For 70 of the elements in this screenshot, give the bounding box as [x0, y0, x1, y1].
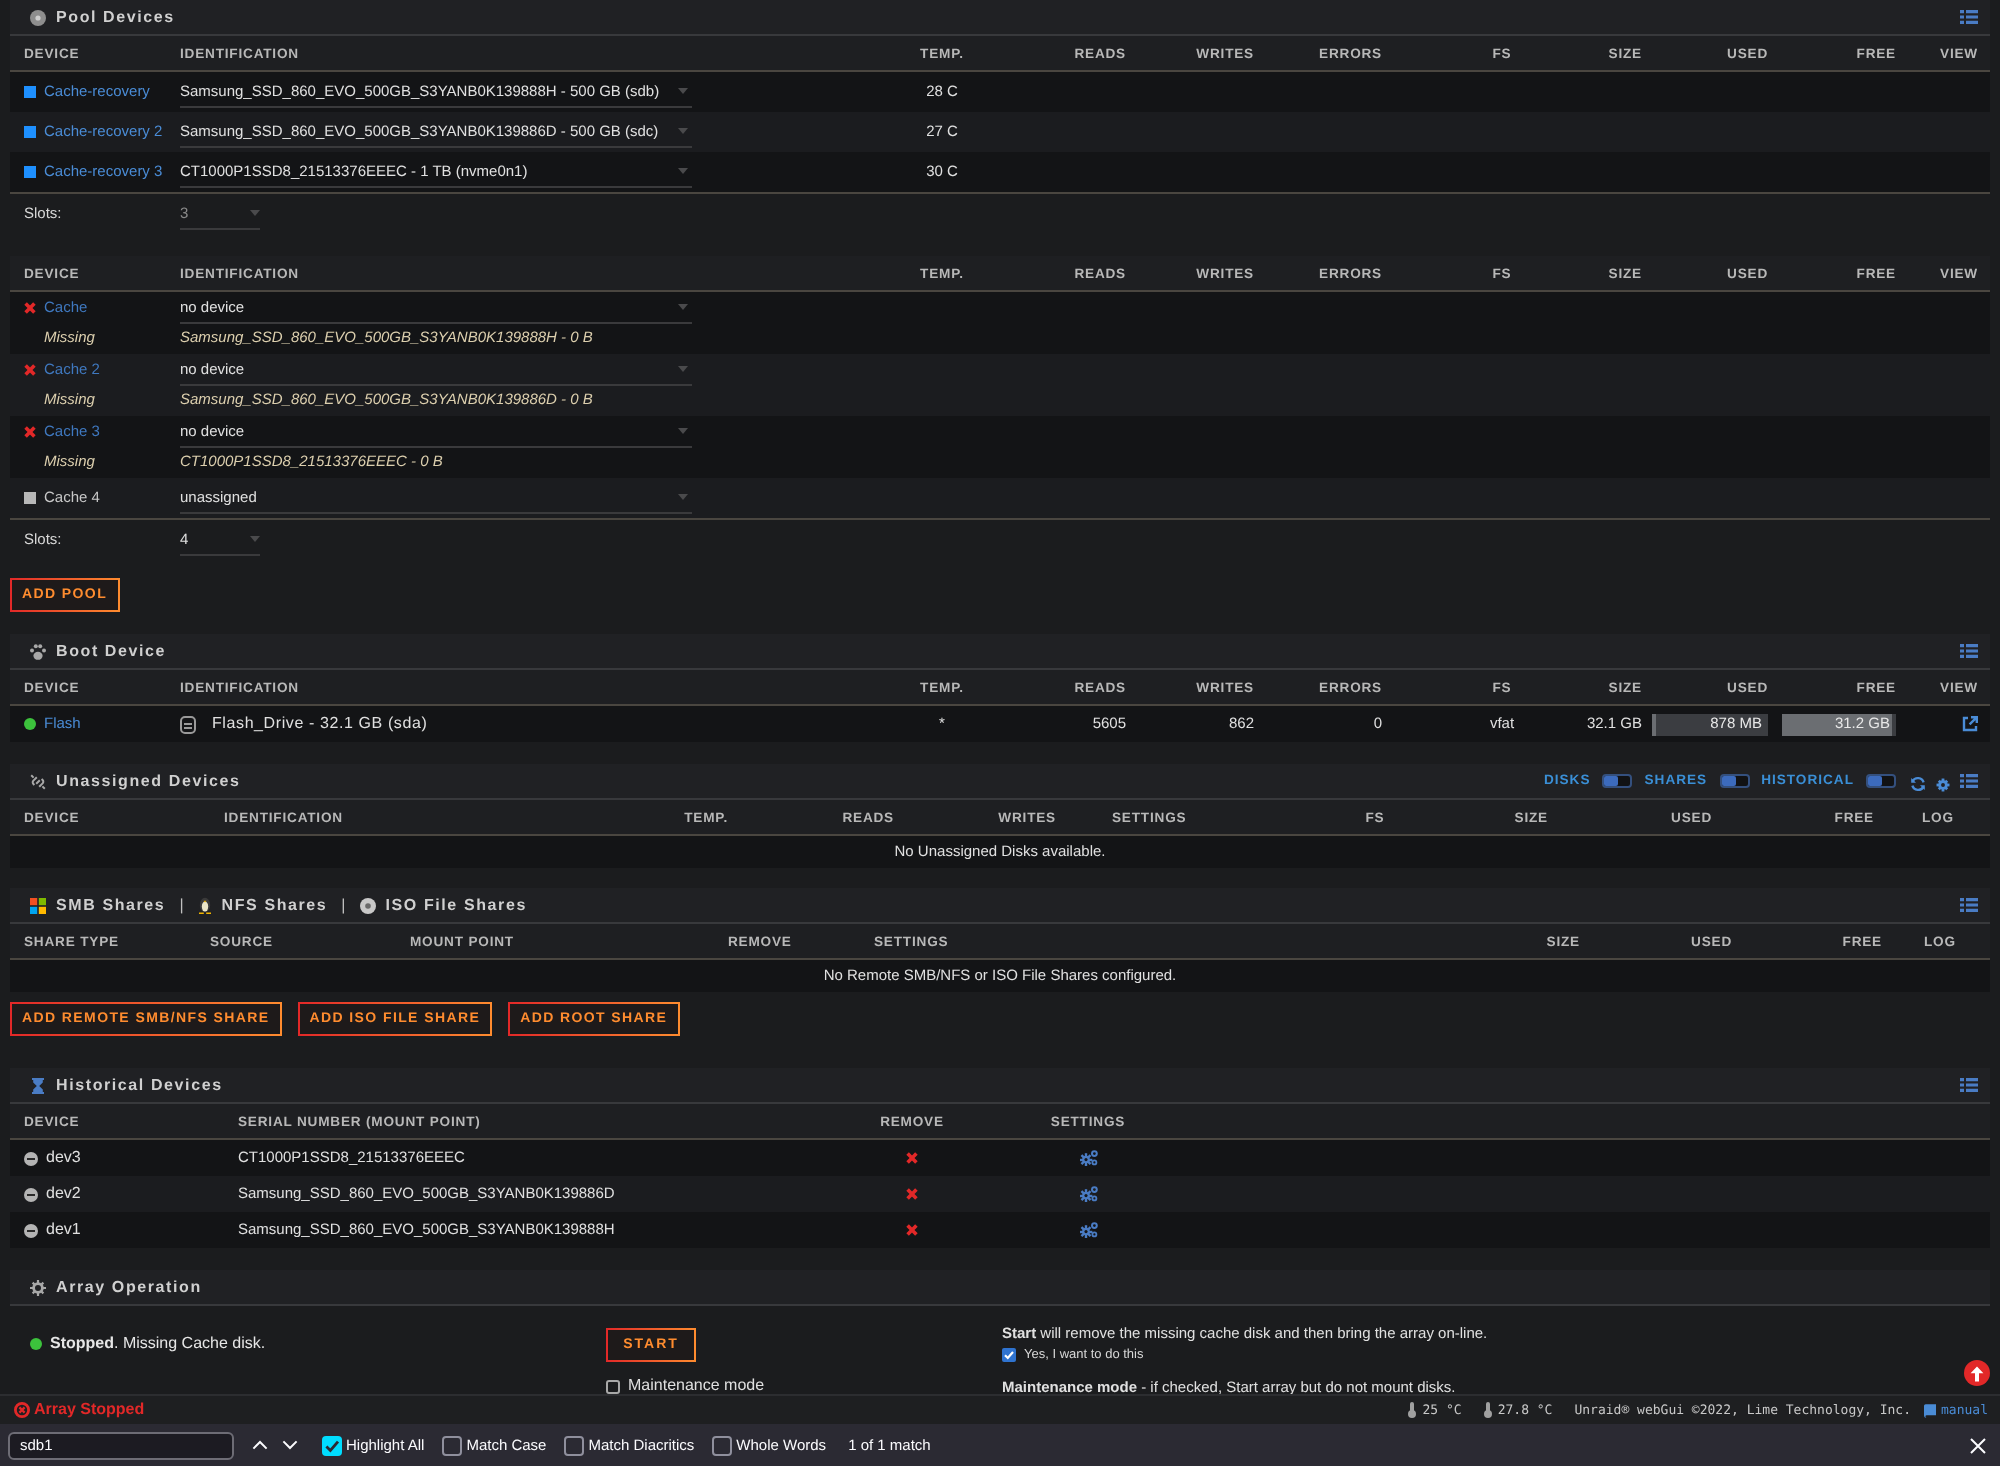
paw-icon — [30, 643, 46, 659]
circle-x-icon — [14, 1402, 30, 1418]
external-link-icon[interactable] — [1962, 716, 1978, 732]
settings-icon[interactable] — [1079, 1186, 1097, 1202]
toggle-switch[interactable] — [1719, 774, 1750, 788]
checkbox[interactable] — [322, 1435, 342, 1455]
status-text: Stopped. Missing Cache disk. — [50, 1334, 266, 1354]
minus-circle-icon — [24, 1223, 38, 1237]
device-name: dev2 — [46, 1184, 81, 1204]
status-dot-icon — [30, 1338, 42, 1350]
section-title: ISO File Shares — [385, 895, 527, 915]
refresh-icon[interactable] — [1910, 776, 1926, 792]
list-icon[interactable] — [1960, 644, 1978, 658]
section-title: Pool Devices — [56, 7, 175, 27]
checkbox[interactable] — [606, 1379, 620, 1393]
list-icon[interactable] — [1960, 898, 1978, 912]
toggle-switch[interactable] — [1602, 774, 1633, 788]
settings-icon[interactable] — [1936, 777, 1950, 791]
list-icon[interactable] — [1960, 1078, 1978, 1092]
scroll-top-button[interactable] — [1964, 1360, 1990, 1386]
hourglass-icon — [32, 1077, 44, 1093]
chevron-down-icon[interactable] — [282, 1440, 298, 1450]
gear-icon — [30, 1279, 46, 1295]
section-title: Array Operation — [56, 1277, 202, 1297]
device-name: dev3 — [46, 1148, 81, 1168]
list-icon[interactable] — [1960, 774, 1978, 788]
caret-icon — [250, 536, 260, 542]
thermometer-icon — [1483, 1402, 1492, 1418]
caret-icon — [678, 428, 688, 434]
title-separator: | — [341, 895, 346, 915]
checkbox[interactable] — [564, 1435, 585, 1455]
book-icon — [1923, 1403, 1936, 1417]
remove-icon[interactable] — [906, 1152, 918, 1164]
toggle-switch[interactable] — [1866, 774, 1896, 788]
remove-icon[interactable] — [906, 1188, 918, 1200]
checkbox-label[interactable]: Maintenance mode — [628, 1376, 765, 1394]
caret-icon — [250, 210, 260, 216]
settings-icon[interactable] — [1079, 1150, 1097, 1166]
penguin-icon — [197, 896, 212, 914]
section-title: NFS Shares — [221, 895, 328, 915]
checkbox[interactable] — [442, 1435, 463, 1455]
list-icon[interactable] — [1960, 10, 1978, 24]
device-name: dev1 — [46, 1220, 81, 1240]
title-separator: | — [179, 895, 184, 915]
broken-link-icon — [30, 773, 46, 789]
checkbox[interactable] — [712, 1435, 733, 1455]
caret-icon — [678, 304, 688, 310]
caret-icon — [678, 128, 688, 134]
close-icon[interactable] — [1970, 1437, 1986, 1453]
disc-icon — [30, 9, 46, 25]
chevron-up-icon[interactable] — [252, 1440, 268, 1450]
remove-icon[interactable] — [906, 1224, 918, 1236]
disc-icon — [359, 897, 376, 913]
array-status: Array Stopped — [34, 1400, 145, 1420]
minus-circle-icon — [24, 1151, 38, 1165]
section-title: SMB Shares — [56, 895, 166, 915]
caret-icon — [678, 168, 688, 174]
caret-icon — [678, 366, 688, 372]
device-identification: Flash_Drive - 32.1 GB (sda) — [212, 714, 428, 734]
section-title: Unassigned Devices — [56, 771, 241, 791]
four-squares-icon — [30, 897, 46, 913]
thermometer-icon — [1408, 1402, 1417, 1418]
arrow-up-icon — [1970, 1365, 1984, 1381]
settings-icon[interactable] — [1079, 1222, 1097, 1238]
section-title: Boot Device — [56, 641, 167, 661]
section-title: Historical Devices — [56, 1075, 223, 1095]
caret-icon — [678, 494, 688, 500]
minus-circle-icon — [24, 1187, 38, 1201]
drive-icon — [180, 715, 196, 733]
caret-icon — [678, 88, 688, 94]
